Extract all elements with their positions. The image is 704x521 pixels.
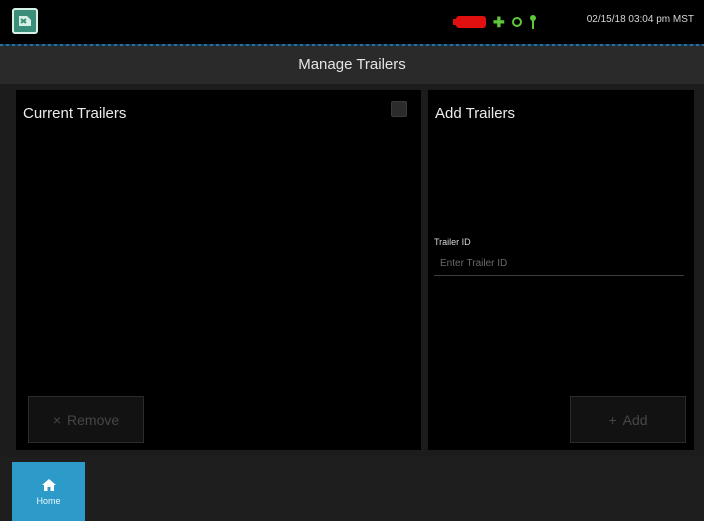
status-datetime: 02/15/18 03:04 pm MST xyxy=(586,14,694,25)
trailer-id-label: Trailer ID xyxy=(434,237,471,247)
add-trailers-panel: Add Trailers Trailer ID + Add xyxy=(428,90,694,450)
plus-icon: ✚ xyxy=(493,14,505,30)
pin-icon xyxy=(529,15,537,29)
battery-icon xyxy=(453,16,486,28)
add-button-label: Add xyxy=(622,411,648,428)
gps-icon xyxy=(511,17,522,27)
status-indicators: ✚ xyxy=(453,14,537,30)
trailer-id-input[interactable] xyxy=(434,252,684,276)
close-icon: × xyxy=(52,411,62,428)
plus-icon: + xyxy=(608,411,617,428)
select-all-checkbox[interactable] xyxy=(391,101,407,117)
page-title: Manage Trailers xyxy=(298,56,406,73)
remove-button[interactable]: × Remove xyxy=(28,396,144,443)
current-trailers-title: Current Trailers xyxy=(23,105,127,122)
status-bar: ✚ 02/15/18 03:04 pm MST xyxy=(0,0,704,44)
app-logo-icon[interactable] xyxy=(12,8,38,34)
home-icon xyxy=(41,478,56,491)
current-trailers-panel: Current Trailers × Remove xyxy=(16,90,421,450)
remove-button-label: Remove xyxy=(67,411,120,428)
title-bar: Manage Trailers xyxy=(0,46,704,84)
home-button[interactable]: Home xyxy=(12,462,85,521)
add-button[interactable]: + Add xyxy=(570,396,686,443)
add-trailers-title: Add Trailers xyxy=(435,105,516,122)
bottom-nav: Home xyxy=(0,457,704,521)
home-label: Home xyxy=(36,495,61,506)
